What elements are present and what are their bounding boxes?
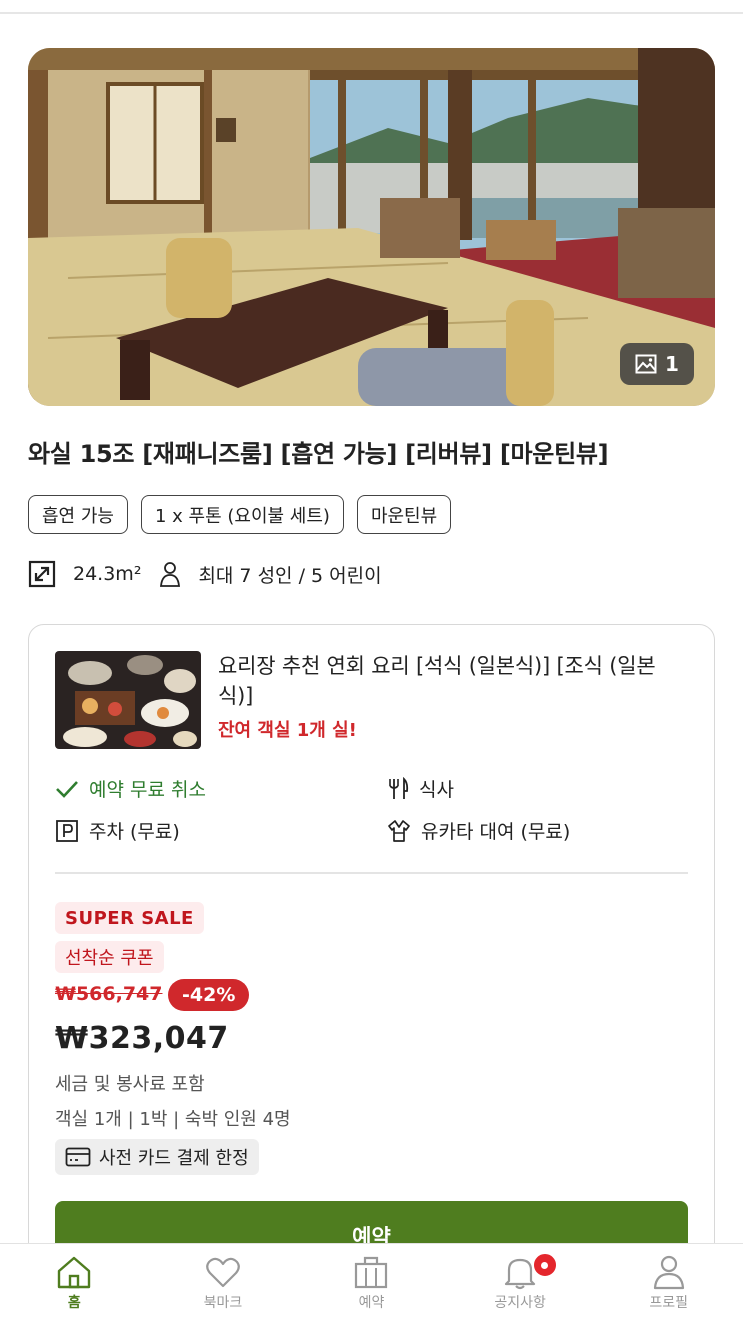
- room-tags: 흡연 가능 1 x 푸톤 (요이불 세트) 마운틴뷰: [28, 495, 452, 534]
- amenity-yukata-label: 유카타 대여 (무료): [421, 821, 571, 843]
- room-photo[interactable]: 1: [28, 48, 715, 406]
- amenity-meal-label: 식사: [419, 779, 454, 801]
- photo-count-badge[interactable]: 1: [620, 343, 694, 385]
- photo-count: 1: [665, 352, 679, 376]
- fork-knife-icon: [389, 776, 409, 799]
- tab-home-label: 홈: [67, 1295, 81, 1311]
- card-divider: [55, 872, 688, 874]
- super-sale-badge: SUPER SALE: [55, 902, 204, 934]
- room-area: 24.3m²: [73, 563, 142, 585]
- stay-info: 객실 1개 | 1박 | 숙박 인원 4명: [55, 1109, 291, 1130]
- bag-icon: [355, 1256, 388, 1289]
- meal-photo[interactable]: [55, 651, 201, 749]
- meal-photo-illustration: [55, 651, 201, 749]
- rate-plan-card: 요리장 추천 연회 요리 [석식 (일본식)] [조식 (일본식)] 잔여 객실…: [28, 624, 715, 1321]
- coupon-badge: 선착순 쿠폰: [55, 941, 164, 973]
- tab-bookmark[interactable]: 북마크: [149, 1244, 298, 1321]
- discount-badge: -42%: [168, 979, 250, 1011]
- notification-dot: [531, 1252, 558, 1278]
- tab-profile-label: 프로필: [649, 1295, 688, 1311]
- parking-icon: [56, 819, 78, 842]
- credit-card-icon: [65, 1147, 91, 1167]
- tab-home[interactable]: 홈: [0, 1244, 149, 1321]
- tab-bookmark-label: 북마크: [203, 1295, 243, 1311]
- rate-plan-title[interactable]: 요리장 추천 연회 요리 [석식 (일본식)] [조식 (일본식)]: [218, 651, 658, 711]
- image-icon: [635, 354, 657, 374]
- tab-profile[interactable]: 프로필: [594, 1244, 743, 1321]
- check-icon: [56, 780, 78, 798]
- amenity-yukata: 유카타 대여 (무료): [387, 817, 570, 844]
- room-title: 와실 15조 [재패니즈룸] [흡연 가능] [리버뷰] [마운틴뷰]: [28, 440, 609, 468]
- payment-note-label: 사전 카드 결제 한정: [99, 1148, 249, 1169]
- tab-notice[interactable]: 공지사항: [446, 1244, 595, 1321]
- amenity-parking: 주차 (무료): [55, 817, 180, 844]
- amenity-parking-label: 주차 (무료): [89, 821, 180, 843]
- payment-note: 사전 카드 결제 한정: [55, 1139, 259, 1175]
- tab-notice-label: 공지사항: [494, 1295, 546, 1311]
- expand-icon: [28, 560, 56, 588]
- room-occupancy: 최대 7 성인 / 5 어린이: [198, 564, 382, 587]
- home-icon: [58, 1256, 91, 1289]
- heart-icon: [206, 1257, 240, 1288]
- original-price: ₩566,747: [55, 983, 163, 1005]
- tax-note: 세금 및 봉사료 포함: [55, 1074, 205, 1095]
- person-icon: [159, 561, 181, 587]
- yukata-icon: [388, 819, 410, 842]
- tab-booking[interactable]: 예약: [297, 1244, 446, 1321]
- amenity-meal: 식사: [387, 775, 454, 802]
- room-photo-illustration: [28, 48, 715, 406]
- top-divider: [0, 12, 743, 14]
- tab-booking-label: 예약: [358, 1295, 385, 1311]
- tag-smoking: 흡연 가능: [28, 495, 128, 534]
- amenity-free-cancel: 예약 무료 취소: [55, 775, 206, 802]
- room-specs: 24.3m² 최대 7 성인 / 5 어린이: [28, 560, 382, 588]
- tag-mountain-view: 마운틴뷰: [356, 495, 452, 534]
- remaining-rooms: 잔여 객실 1개 실!: [218, 720, 357, 741]
- person-icon: [653, 1255, 684, 1290]
- bottom-tab-bar: 홈 북마크 예약 공지사항 프로필: [0, 1243, 743, 1321]
- final-price: ₩323,047: [55, 1021, 229, 1056]
- tag-futon: 1 x 푸톤 (요이불 세트): [140, 495, 344, 534]
- amenity-free-cancel-label: 예약 무료 취소: [89, 779, 206, 801]
